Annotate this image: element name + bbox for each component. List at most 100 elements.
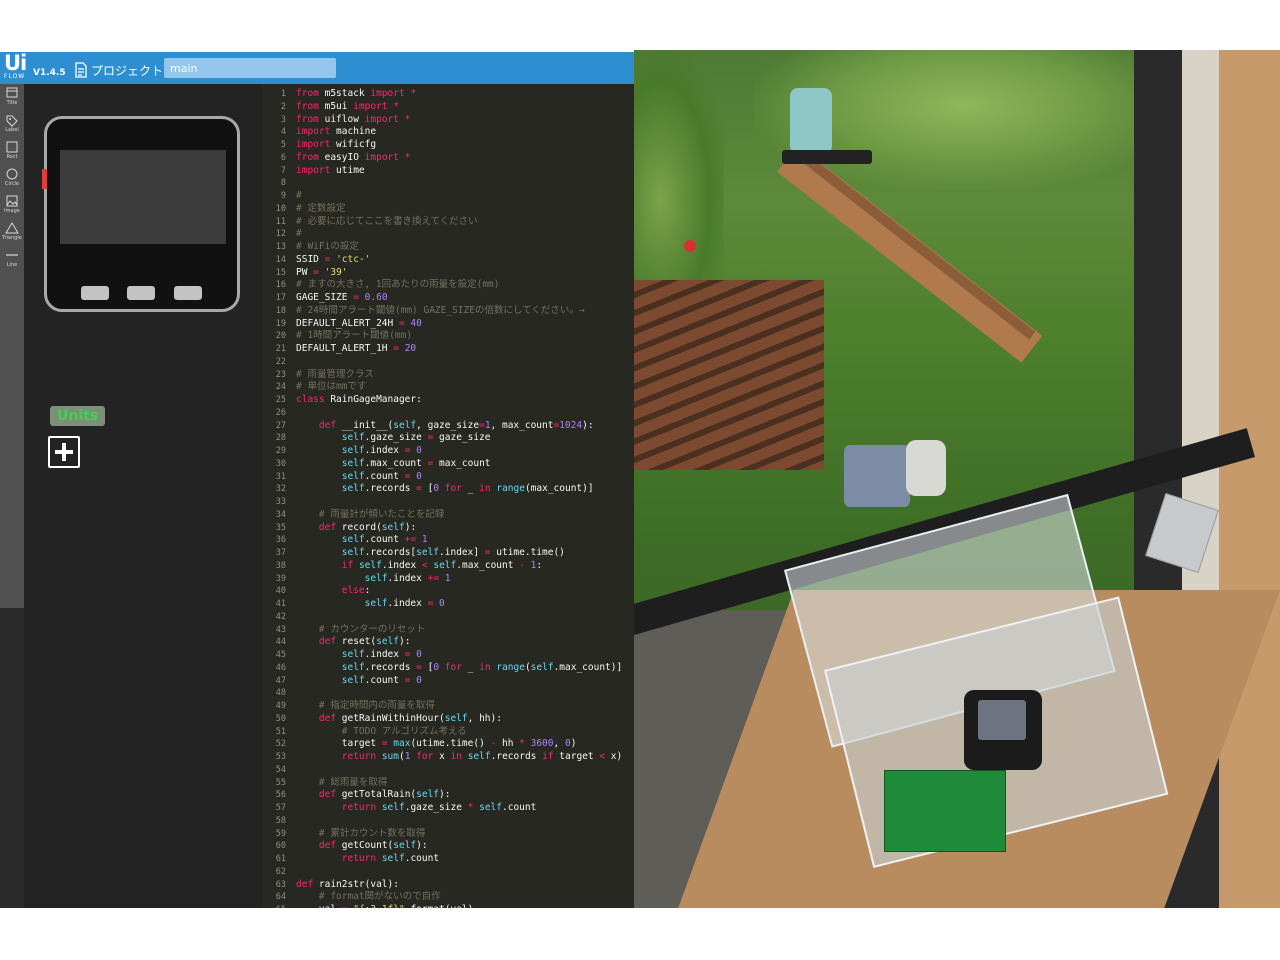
code-line[interactable]: 38 if self.index < self.max_count - 1: (262, 559, 542, 572)
code-line[interactable]: 14 SSID = 'ctc-' (262, 253, 371, 266)
code-line[interactable]: 55 # 総雨量を取得 (262, 776, 388, 789)
device-button-a[interactable] (81, 286, 109, 300)
code-editor[interactable]: 1 from m5stack import * 2 from m5ui import … (262, 84, 634, 908)
code-line[interactable]: 64 # format関がないので自作 (262, 890, 441, 903)
code-line[interactable]: 62 (262, 865, 286, 878)
code-line[interactable]: 33 (262, 495, 286, 508)
tool-label[interactable]: Label (0, 113, 24, 139)
code-line[interactable]: 49 # 指定時間内の雨量を取得 (262, 699, 435, 712)
code-line[interactable]: 13 # WiFiの設定 (262, 240, 359, 253)
code-line[interactable]: 56 def getTotalRain(self): (262, 788, 451, 801)
tool-image[interactable]: Image (0, 194, 24, 220)
code-line[interactable]: 4 import machine (262, 125, 376, 138)
uiflow-logo: Ui FLOW (4, 53, 30, 83)
code-line[interactable]: 36 self.count += 1 (262, 533, 428, 546)
code-line[interactable]: 17 GAGE_SIZE = 0.60 (262, 291, 388, 304)
code-line[interactable]: 1 from m5stack import * (262, 87, 416, 100)
code-line[interactable]: 47 self.count = 0 (262, 674, 422, 687)
file-name-input[interactable] (164, 58, 336, 78)
code-line-text: def getRainWithinHour(self, hh): (318, 712, 502, 724)
code-line[interactable]: 28 self.gaze_size = gaze_size (262, 431, 491, 444)
code-line-text: import wificfg (296, 139, 377, 150)
code-line[interactable]: 7 import utime (262, 164, 365, 177)
code-line[interactable]: 53 return sum(1 for x in self.records if… (262, 750, 622, 763)
code-line[interactable]: 3 from uiflow import * (262, 113, 411, 126)
project-menu-button[interactable]: プロジェクト (74, 60, 163, 80)
tool-line[interactable]: Line (0, 248, 24, 274)
code-line[interactable]: 21 DEFAULT_ALERT_1H = 20 (262, 342, 416, 355)
code-line[interactable]: 37 self.records[self.index] = utime.time… (262, 546, 565, 559)
code-line[interactable]: 9 # (262, 189, 302, 202)
code-line[interactable]: 5 import wificfg (262, 138, 376, 151)
code-line[interactable]: 41 self.index = 0 (262, 597, 445, 610)
m5stack-device-preview[interactable] (42, 116, 240, 312)
code-line[interactable]: 50 def getRainWithinHour(self, hh): (262, 712, 502, 725)
add-unit-button[interactable] (48, 436, 80, 468)
tool-triangle[interactable]: Triangle (0, 221, 24, 247)
code-line[interactable]: 45 self.index = 0 (262, 648, 422, 661)
code-line[interactable]: 59 # 累計カウント数を取得 (262, 827, 426, 840)
device-screen[interactable] (60, 150, 226, 244)
code-line[interactable]: 39 self.index += 1 (262, 572, 451, 585)
code-line[interactable]: 63 def rain2str(val): (262, 878, 399, 891)
code-line[interactable]: 29 self.index = 0 (262, 444, 422, 457)
code-line-text: self.count = 0 (341, 674, 422, 686)
code-line[interactable]: 10 # 定数設定 (262, 202, 346, 215)
code-line[interactable]: 16 # ますの大きさ, 1回あたりの雨量を設定(mm) (262, 278, 500, 291)
code-line[interactable]: 52 target = max(utime.time() - hh * 3600… (262, 737, 577, 750)
code-line[interactable]: 44 def reset(self): (262, 635, 411, 648)
units-label: Units (50, 406, 106, 426)
code-line[interactable]: 57 return self.gaze_size * self.count (262, 801, 537, 814)
code-line[interactable]: 30 self.max_count = max_count (262, 457, 491, 470)
code-line[interactable]: 42 (262, 610, 286, 623)
code-line[interactable]: 43 # カウンターのリセット (262, 623, 426, 636)
code-line[interactable]: 58 (262, 814, 286, 827)
code-line[interactable]: 27 def __init__(self, gaze_size=1, max_c… (262, 419, 594, 432)
rect-icon (6, 141, 18, 153)
code-line[interactable]: 15 PW = '39' (262, 266, 348, 279)
code-line[interactable]: 23 # 雨量管理クラス (262, 368, 374, 381)
code-line-text: if self.index < self.max_count - 1: (341, 559, 543, 571)
code-line-text: # 1時間アラート閾値(mm) (296, 330, 413, 342)
device-button-b[interactable] (127, 286, 155, 300)
code-line-text: def __init__(self, gaze_size=1, max_coun… (318, 419, 594, 431)
code-line[interactable]: 26 (262, 406, 286, 419)
code-line[interactable]: 24 # 単位はmmです (262, 380, 367, 393)
code-line[interactable]: 60 def getCount(self): (262, 839, 428, 852)
tool-rect[interactable]: Rect (0, 140, 24, 166)
code-line[interactable]: 20 # 1時間アラート閾値(mm) (262, 329, 412, 342)
code-line[interactable]: 65 val = "{:3.1f}".format(val) (262, 903, 474, 908)
tool-circle[interactable]: Circle (0, 167, 24, 193)
code-line[interactable]: 8 (262, 176, 286, 189)
code-line[interactable]: 46 self.records = [0 for _ in range(self… (262, 661, 622, 674)
device-button-c[interactable] (174, 286, 202, 300)
code-line-text: # WiFiの設定 (296, 241, 359, 252)
code-line-text: self.index = 0 (341, 649, 422, 660)
line-number: 65 (262, 904, 286, 908)
code-line[interactable]: 61 return self.count (262, 852, 439, 865)
code-line[interactable]: 31 self.count = 0 (262, 470, 422, 483)
code-line[interactable]: 25 class RainGageManager: (262, 393, 422, 406)
code-line[interactable]: 51 # TODO アルゴリズム考える (262, 725, 467, 738)
code-line[interactable]: 11 # 必要に応じてここを書き換えてください (262, 215, 478, 228)
code-line[interactable]: 48 (262, 686, 286, 699)
ui-design-canvas[interactable]: Units (24, 84, 262, 908)
label-icon (6, 115, 18, 127)
code-line[interactable]: 6 from easyIO import * (262, 151, 411, 164)
code-line[interactable]: 34 # 雨量計が傾いたことを記録 (262, 508, 445, 521)
code-line[interactable]: 12 # (262, 227, 302, 240)
code-line[interactable]: 54 (262, 763, 286, 776)
code-line[interactable]: 35 def record(self): (262, 521, 416, 534)
device-side-marker (42, 169, 47, 189)
code-line[interactable]: 2 from m5ui import * (262, 100, 399, 113)
document-icon (75, 62, 87, 78)
code-line[interactable]: 19 DEFAULT_ALERT_24H = 40 (262, 317, 422, 330)
tool-title[interactable]: Title (0, 86, 24, 112)
code-line[interactable]: 32 self.records = [0 for _ in range(max_… (262, 482, 594, 495)
code-line[interactable]: 22 (262, 355, 286, 368)
code-line[interactable]: 18 # 24時間アラート閾値(mm) GAZE_SIZEの倍数にしてください。→ (262, 304, 585, 317)
version-label: V1.4.5 (33, 68, 66, 78)
code-line-text: def getTotalRain(self): (318, 789, 451, 801)
code-line[interactable]: 40 else: (262, 584, 371, 597)
code-line-text: self.count += 1 (341, 534, 428, 546)
